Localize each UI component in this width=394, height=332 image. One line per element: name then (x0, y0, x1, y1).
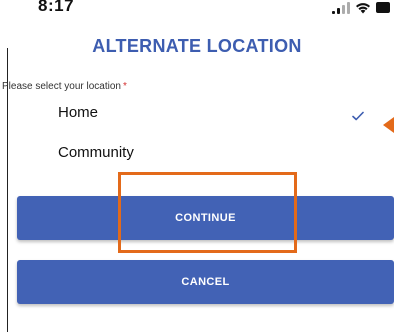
location-option-label: Community (58, 144, 134, 161)
cancel-button[interactable]: CANCEL (17, 260, 394, 304)
signal-icon (332, 2, 350, 14)
continue-button[interactable]: CONTINUE (17, 196, 394, 240)
page-title: ALTERNATE LOCATION (92, 36, 302, 56)
location-option-community[interactable]: Community (0, 140, 394, 166)
app-screen: 8:17 ALTERNATE LOCATION Please select yo… (0, 0, 394, 332)
wifi-icon (355, 2, 371, 14)
location-option-home[interactable]: Home (0, 100, 394, 126)
location-option-label: Home (58, 104, 99, 121)
required-asterisk: * (122, 81, 127, 92)
status-icons (332, 0, 390, 16)
location-field-label: Please select your location * (2, 81, 127, 92)
status-time: 8:17 (38, 0, 75, 15)
battery-icon (376, 2, 390, 14)
annotation-arrow-icon (383, 117, 394, 133)
status-bar: 8:17 (0, 0, 394, 24)
checkmark-icon (352, 108, 364, 126)
location-field-label-text: Please select your location (2, 81, 121, 92)
